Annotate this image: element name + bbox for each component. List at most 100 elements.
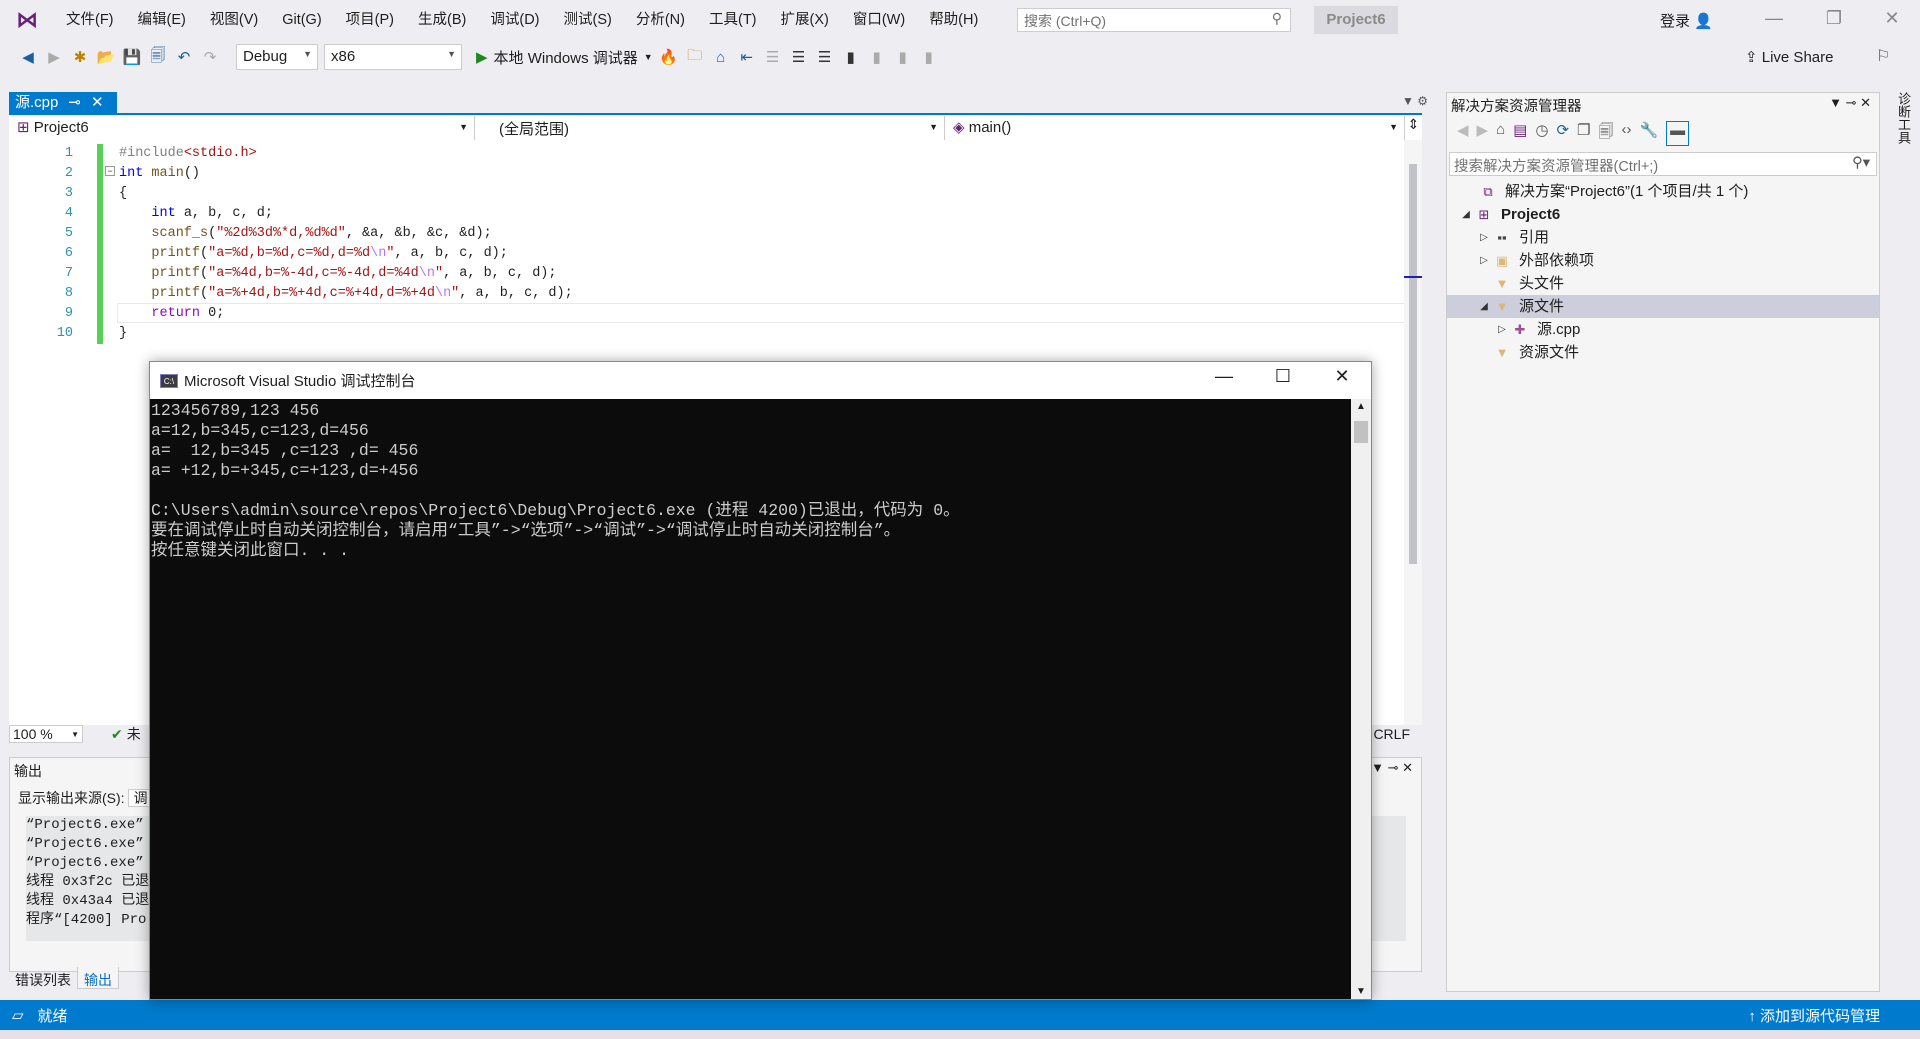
back-icon[interactable]: ◀	[1457, 121, 1469, 146]
tree-header-files-icon: ▼	[1495, 276, 1509, 291]
tree-node-external-dependencies[interactable]: ▷ ▣ 外部依赖项	[1447, 249, 1879, 272]
menu-item[interactable]: 扩展(X)	[769, 0, 841, 40]
save-all-icon[interactable]: 🗐	[148, 45, 168, 70]
expand-arrow-icon[interactable]: ▷	[1477, 226, 1491, 249]
properties-icon[interactable]: 🔧	[1639, 121, 1658, 146]
tree-node-source-cpp[interactable]: ▷ ✚ 源.cpp	[1447, 318, 1879, 341]
line-numbers: 1 2 3 4 5 6 7 8 9 10	[9, 144, 73, 344]
start-debugging-button[interactable]: ▶ 本地 Windows 调试器 ▼	[476, 47, 653, 68]
menu-item[interactable]: 文件(F)	[54, 0, 126, 40]
split-icon[interactable]: ⇕	[1405, 116, 1422, 140]
tab-output[interactable]: 输出	[77, 967, 119, 989]
diagnostic-tools-tab[interactable]: 诊断工具	[1894, 92, 1913, 144]
indent-icon[interactable]: ☰	[815, 48, 835, 66]
show-all-files-icon[interactable]: 🗐	[1598, 121, 1613, 146]
pin-icon[interactable]: ⊸	[68, 92, 81, 113]
menu-item[interactable]: 测试(S)	[552, 0, 624, 40]
zoom-select[interactable]: 100 % ▼	[9, 725, 83, 743]
undo-icon[interactable]: ↶	[174, 48, 194, 66]
clear-bookmarks-icon[interactable]: ▮	[919, 48, 939, 66]
line-number: 6	[64, 246, 73, 261]
debug-console-window[interactable]: C:\ Microsoft Visual Studio 调试控制台 — ☐ ✕ …	[149, 361, 1372, 1000]
bookmark-icon[interactable]: ▮	[841, 48, 861, 66]
live-share-button[interactable]: ⇪ Live Share	[1745, 48, 1833, 66]
menu-item[interactable]: 帮助(H)	[917, 0, 990, 40]
solution-search-input[interactable]: 搜索解决方案资源管理器(Ctrl+;) ⚲▾	[1449, 152, 1877, 176]
source-control-button[interactable]: ↑ 添加到源代码管理	[1748, 1005, 1880, 1026]
tree-node-references[interactable]: ▷ ▪▪ 引用	[1447, 226, 1879, 249]
feedback-icon[interactable]: ⚐	[1876, 46, 1890, 66]
tree-node-header-files[interactable]: ▼ 头文件	[1447, 272, 1879, 295]
platform-select[interactable]: x86 ▼	[324, 44, 462, 70]
menu-item[interactable]: 生成(B)	[406, 0, 478, 40]
issues-status[interactable]: 未	[127, 724, 141, 744]
expand-arrow-icon[interactable]: ◢	[1477, 295, 1491, 318]
menu-item[interactable]: 视图(V)	[198, 0, 270, 40]
tree-node-solution[interactable]: ⧉ 解决方案“Project6”(1 个项目/共 1 个)	[1447, 180, 1879, 203]
find-in-files-icon[interactable]: 🗀	[685, 45, 705, 70]
no-issues-icon: ✔	[111, 725, 123, 742]
new-project-icon[interactable]: ✱	[70, 48, 90, 66]
login-button[interactable]: 登录 👤	[1660, 10, 1713, 31]
back-icon[interactable]: ◀	[18, 48, 38, 66]
preview-icon[interactable]: ▬	[1666, 121, 1690, 146]
home-icon[interactable]: ⌂	[1496, 121, 1505, 146]
tab-dropdown-icon[interactable]: ▼ ⚙	[1402, 94, 1428, 108]
search-icon: ⚲	[1271, 10, 1282, 26]
collapse-icon[interactable]: −	[105, 166, 115, 176]
console-close-button[interactable]: ✕	[1313, 366, 1371, 387]
code-view-icon[interactable]: ‹›	[1621, 121, 1631, 146]
expand-arrow-icon[interactable]: ▷	[1495, 318, 1509, 341]
member-nav-value: main()	[968, 119, 1012, 136]
tree-node-source-files[interactable]: ◢ ▼ 源文件	[1447, 295, 1879, 318]
minimize-button[interactable]: —	[1754, 8, 1794, 29]
output-panel-controls[interactable]: ▼ ⊸ ✕	[1371, 760, 1413, 776]
configuration-select[interactable]: Debug ▼	[236, 44, 318, 70]
next-bookmark-icon[interactable]: ▮	[893, 48, 913, 66]
tab-error-list[interactable]: 错误列表	[9, 967, 77, 989]
tree-node-resource-files[interactable]: ▼ 资源文件	[1447, 341, 1879, 364]
tree-node-project[interactable]: ◢ ⊞ Project6	[1447, 203, 1879, 226]
forward-icon[interactable]: ▶	[44, 48, 64, 66]
solution-explorer-controls[interactable]: ▼ ⊸ ✕	[1829, 95, 1871, 111]
hot-reload-icon[interactable]: 🔥	[659, 48, 679, 66]
console-output[interactable]: 123456789,123 456 a=12,b=345,c=123,d=456 a…	[150, 399, 1351, 999]
collapse-all-icon[interactable]: ❐	[1577, 121, 1590, 146]
expand-arrow-icon[interactable]: ◢	[1459, 203, 1473, 226]
prev-bookmark-icon[interactable]: ▮	[867, 48, 887, 66]
menu-item[interactable]: 调试(D)	[478, 0, 551, 40]
home-icon[interactable]: ⌂	[711, 49, 731, 66]
redo-icon[interactable]: ↷	[200, 48, 220, 66]
menu-item[interactable]: 项目(P)	[334, 0, 406, 40]
comment-icon[interactable]: ☰	[763, 48, 783, 66]
open-folder-icon[interactable]: 📂	[96, 48, 116, 66]
close-window-button[interactable]: ✕	[1872, 8, 1912, 29]
console-title-bar[interactable]: C:\ Microsoft Visual Studio 调试控制台	[150, 362, 1371, 399]
history-icon[interactable]: ◷	[1535, 121, 1548, 146]
tree-node-label: 源.cpp	[1537, 321, 1581, 338]
member-nav-select[interactable]: ◈ main() ▼	[945, 116, 1405, 140]
save-icon[interactable]: 💾	[122, 48, 142, 66]
expand-arrow-icon[interactable]: ▷	[1477, 249, 1491, 272]
menu-item[interactable]: Git(G)	[270, 0, 333, 40]
restore-button[interactable]: ❐	[1814, 8, 1854, 29]
search-input[interactable]: 搜索 (Ctrl+Q) ⚲	[1017, 8, 1291, 32]
menu-item[interactable]: 编辑(E)	[126, 0, 198, 40]
sync-icon[interactable]: ⟳	[1556, 121, 1569, 146]
outdent-icon[interactable]: ☰	[789, 48, 809, 66]
menu-item[interactable]: 分析(N)	[624, 0, 697, 40]
menu-item[interactable]: 工具(T)	[697, 0, 769, 40]
console-scrollbar[interactable]: ▲ ▼	[1351, 399, 1371, 999]
scope-nav-select[interactable]: (全局范围) ▼	[475, 116, 945, 140]
console-maximize-button[interactable]: ☐	[1254, 366, 1312, 387]
editor-scrollbar[interactable]	[1404, 140, 1422, 725]
menu-item[interactable]: 窗口(W)	[841, 0, 917, 40]
switch-views-icon[interactable]: ▤	[1513, 121, 1527, 146]
forward-icon[interactable]: ▶	[1477, 121, 1489, 146]
line-ending[interactable]: CRLF	[1373, 726, 1410, 742]
step-icon[interactable]: ⇤	[737, 48, 757, 66]
project-nav-select[interactable]: ⊞ Project6 ▼	[9, 116, 475, 140]
close-tab-icon[interactable]: ✕	[91, 92, 104, 113]
tab-source-cpp[interactable]: 源.cpp ⊸ ✕	[9, 92, 117, 113]
console-minimize-button[interactable]: —	[1195, 366, 1253, 387]
